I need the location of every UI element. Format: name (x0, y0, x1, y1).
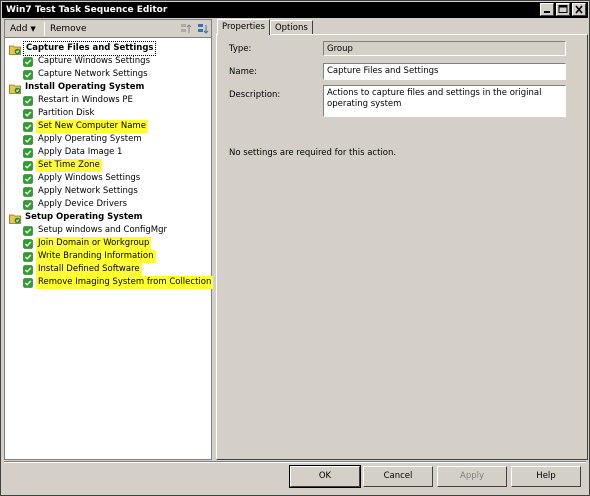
tree-group-label: Setup Operating System (25, 212, 143, 222)
move-down-icon[interactable] (196, 22, 210, 36)
bottom-divider (4, 461, 586, 463)
tree-step[interactable]: Remove Imaging System from Collection (9, 276, 214, 289)
task-sequence-editor-window: Win7 Test Task Sequence Editor Add ▼ Rem… (0, 0, 590, 496)
tree-step[interactable]: Apply Windows Settings (9, 172, 209, 185)
task-sequence-tree: Capture Files and Settings Capture Window… (9, 41, 214, 289)
tree-step[interactable]: Setup windows and ConfigMgr (9, 224, 209, 237)
tree-group-label: Install Operating System (25, 82, 145, 92)
ok-button[interactable]: OK (289, 465, 361, 488)
remove-button[interactable]: Remove (47, 22, 90, 36)
tree-step[interactable]: Capture Windows Settings (9, 55, 209, 68)
description-label: Description: (229, 90, 281, 100)
tree-step-label: Restart in Windows PE (38, 95, 133, 105)
tree-group[interactable]: Setup Operating System (9, 211, 209, 224)
step-check-icon (23, 264, 33, 275)
type-field: Group (323, 41, 566, 56)
step-check-icon (23, 147, 33, 158)
step-check-icon (23, 108, 33, 119)
tree-step[interactable]: Apply Operating System (9, 133, 209, 146)
minimize-icon (544, 11, 550, 13)
step-check-icon (23, 95, 33, 106)
step-check-icon (23, 199, 33, 210)
tree-group-label: Capture Files and Settings (23, 41, 157, 56)
step-check-icon (23, 238, 33, 249)
close-icon (575, 5, 583, 14)
close-button[interactable] (572, 3, 586, 16)
tree-step-label: Partition Disk (38, 108, 95, 118)
group-folder-icon (9, 213, 21, 224)
tree-group[interactable]: Capture Files and Settings (9, 41, 209, 56)
step-check-icon (23, 251, 33, 262)
tree-step-label: Write Branding Information (36, 250, 156, 263)
tree-step[interactable]: Write Branding Information (9, 250, 209, 263)
remove-label: Remove (50, 24, 87, 34)
tree-step-label: Capture Windows Settings (38, 56, 151, 66)
tab-properties[interactable]: Properties (217, 19, 270, 35)
tree-step[interactable]: Set Time Zone (9, 159, 209, 172)
add-label: Add (10, 24, 28, 34)
group-folder-icon (9, 44, 21, 55)
step-check-icon (23, 121, 33, 132)
chevron-down-icon: ▼ (30, 25, 36, 33)
window-title: Win7 Test Task Sequence Editor (6, 5, 168, 15)
maximize-button[interactable] (556, 3, 570, 16)
maximize-icon (558, 5, 568, 13)
tree-step-label: Apply Device Drivers (38, 199, 128, 209)
tree-step-label: Apply Data Image 1 (38, 147, 123, 157)
step-check-icon (23, 225, 33, 236)
tree-step-label: Join Domain or Workgroup (36, 237, 152, 250)
tree-step-label: Apply Operating System (38, 134, 142, 144)
tree-step-label: Set New Computer Name (36, 120, 148, 133)
group-folder-icon (9, 83, 21, 94)
step-check-icon (23, 186, 33, 197)
minimize-button[interactable] (540, 3, 554, 16)
tab-options[interactable]: Options (269, 20, 313, 35)
tree-step[interactable]: Set New Computer Name (9, 120, 209, 133)
tree-step-label: Remove Imaging System from Collection (36, 276, 214, 289)
tree-step[interactable]: Capture Network Settings (9, 68, 209, 81)
step-check-icon (23, 173, 33, 184)
tree-step-label: Capture Network Settings (38, 69, 148, 79)
step-check-icon (23, 134, 33, 145)
tree-step[interactable]: Join Domain or Workgroup (9, 237, 209, 250)
help-button[interactable]: Help (511, 466, 581, 487)
name-label: Name: (229, 67, 257, 77)
tree-step[interactable]: Install Defined Software (9, 263, 209, 276)
tree-step-label: Set Time Zone (36, 159, 102, 172)
step-check-icon (23, 56, 33, 67)
tree-step[interactable]: Apply Network Settings (9, 185, 209, 198)
properties-panel: Type: Group Name: Capture Files and Sett… (216, 34, 588, 460)
description-field[interactable]: Actions to capture files and settings in… (323, 85, 566, 117)
cancel-button[interactable]: Cancel (363, 466, 433, 487)
tree-step[interactable]: Apply Device Drivers (9, 198, 209, 211)
step-check-icon (23, 277, 33, 288)
tree-step[interactable]: Apply Data Image 1 (9, 146, 209, 159)
tree-step-label: Apply Windows Settings (38, 173, 141, 183)
task-sequence-tree-pane: Add ▼ Remove Capture Files and Settings C… (4, 19, 214, 460)
tree-step-label: Apply Network Settings (38, 186, 138, 196)
step-check-icon (23, 69, 33, 80)
name-field[interactable]: Capture Files and Settings (323, 63, 566, 80)
step-check-icon (23, 160, 33, 171)
toolbar-divider (44, 22, 45, 36)
title-bar[interactable]: Win7 Test Task Sequence Editor (2, 2, 588, 18)
tree-toolbar: Add ▼ Remove (5, 20, 211, 38)
tree-group[interactable]: Install Operating System (9, 81, 209, 94)
no-settings-note: No settings are required for this action… (229, 148, 397, 158)
tree-step-label: Setup windows and ConfigMgr (38, 225, 168, 235)
move-up-icon[interactable] (179, 22, 193, 36)
tree-step-label: Install Defined Software (36, 263, 142, 276)
type-label: Type: (229, 44, 252, 54)
tree-step[interactable]: Restart in Windows PE (9, 94, 209, 107)
tree-step[interactable]: Partition Disk (9, 107, 209, 120)
apply-button[interactable]: Apply (437, 466, 507, 487)
properties-pane: Properties Options Type: Group Name: Cap… (216, 19, 588, 460)
add-menu-button[interactable]: Add ▼ (7, 22, 39, 36)
